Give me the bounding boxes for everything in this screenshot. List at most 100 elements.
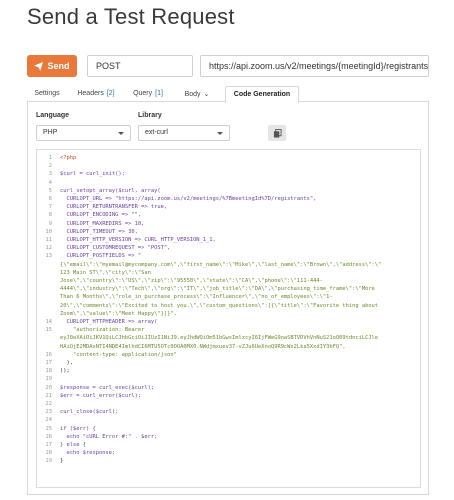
line-number: 26	[45, 433, 53, 440]
code-text: HAiOjE2MDAxNTI4NDE4ImlhdCI6MTU5OTc0OOA0M…	[60, 343, 346, 350]
code-line: 12 CURLOPT_CUSTOMREQUEST => "POST",	[37, 244, 171, 252]
code-line: 23 curl_close($curl);	[37, 408, 119, 416]
code-line: 2	[37, 162, 60, 170]
code-text: eyJ0eXAiOiJKV1QiLCJhbGciOiJIUzI1NiJ9.eyJ…	[60, 335, 379, 342]
code-text: $err = curl_error($curl);	[60, 392, 142, 399]
copy-button[interactable]	[268, 125, 286, 141]
code-text: CURLOPT_ENCODING => "",	[60, 212, 142, 219]
code-text: $curl = curl_init();	[60, 171, 125, 178]
line-number: 22	[45, 401, 53, 407]
code-text: CURLOPT_HTTP_VERSION => CURL_HTTP_VERSIO…	[60, 237, 216, 243]
code-line: 26 echo "cURL Error #:" . $err;	[37, 433, 158, 441]
url-input[interactable]: https://api.zoom.us/v2/meetings/{meeting…	[200, 55, 429, 77]
line-number: 28	[45, 450, 53, 457]
line-number: 9	[48, 220, 52, 227]
code-line: 20\",\"comments\":\"Excited to host you.…	[37, 302, 378, 310]
language-select[interactable]: PHP	[36, 125, 131, 141]
code-line: 24	[37, 416, 60, 424]
line-number: 20	[45, 384, 53, 391]
code-text: ));	[60, 368, 70, 375]
request-tabs: Settings Headers [2] Query [1] Body ⌄ Code …	[27, 86, 429, 103]
tab-headers[interactable]: Headers [2]	[71, 86, 121, 102]
line-number: 3	[48, 171, 52, 178]
tab-count-badge: [1]	[155, 90, 163, 97]
line-number: 10	[45, 228, 53, 235]
code-text: 4444\",\"industry\":\"Tech\",\"org\":\"I…	[60, 286, 375, 293]
code-text: echo $response;	[60, 450, 116, 457]
line-number: 1	[48, 155, 52, 161]
send-button-label: Send	[47, 61, 70, 71]
code-line: 11 CURLOPT_HTTP_VERSION => CURL_HTTP_VER…	[37, 236, 216, 244]
code-text: CURLOPT_TIMEOUT => 30,	[60, 228, 138, 235]
line-number: 18	[45, 368, 53, 375]
code-line: 10 CURLOPT_TIMEOUT => 30,	[37, 228, 138, 236]
tab-code-generation[interactable]: Code Generation	[225, 86, 299, 103]
code-text: curl_close($curl);	[60, 409, 119, 416]
code-text: CURLOPT_MAXREDIRS => 10,	[60, 220, 145, 227]
code-text: Jose\",\"country\":\"US\",\"zip\":\"9555…	[60, 278, 323, 284]
language-label: Language	[36, 112, 70, 119]
code-text: Zoom\",\"value\":\"Meet Happy\"}]}",	[60, 310, 177, 317]
code-text: CURLOPT_URL => "https://api.zoom.us/v2/m…	[60, 196, 317, 202]
code-line: 6 CURLOPT_URL => "https://api.zoom.us/v2…	[37, 195, 317, 203]
code-line: 17 ),	[37, 359, 73, 367]
method-input[interactable]: POST	[87, 55, 193, 77]
code-text: echo "cURL Error #:" . $err;	[60, 433, 158, 440]
code-line: 4444\",\"industry\":\"Tech\",\"org\":\"I…	[37, 285, 375, 293]
code-line: 7 CURLOPT_RETURNTRANSFER => true,	[37, 203, 167, 211]
code-line: 3 $curl = curl_init();	[37, 170, 125, 178]
code-line: 4	[37, 179, 60, 187]
line-number: 21	[45, 392, 53, 399]
line-number: 23	[45, 409, 53, 416]
code-line: 21 $err = curl_error($curl);	[37, 392, 142, 400]
line-number: 2	[48, 163, 52, 170]
code-text: "authorization: Bearer	[60, 327, 145, 334]
code-text: curl_setopt_array($curl, array(	[60, 187, 161, 194]
code-text: "content-type: application/json"	[60, 351, 177, 358]
line-number: 19	[45, 376, 53, 383]
code-text: } else {	[60, 442, 86, 448]
line-number: 29	[45, 458, 53, 465]
code-line: 8 CURLOPT_ENCODING => "",	[37, 211, 141, 219]
library-select[interactable]: ext-curl	[138, 125, 230, 141]
code-line: 28 echo $response;	[37, 449, 116, 457]
code-line: 15 "authorization: Bearer	[37, 326, 145, 334]
code-text: 20\",\"comments\":\"Excited to host you.…	[60, 302, 379, 309]
paper-plane-icon	[34, 61, 44, 71]
code-line: Zoom\",\"value\":\"Meet Happy\"}]}",	[37, 310, 177, 318]
code-line: 20 $response = curl_exec($curl);	[37, 384, 155, 392]
code-line: 25 if ($err) {	[37, 425, 96, 433]
tab-body[interactable]: Body ⌄	[175, 86, 219, 102]
tab-query[interactable]: Query [1]	[127, 86, 169, 102]
code-line: 16 "content-type: application/json"	[37, 351, 177, 359]
code-text: CURLOPT_HTTPHEADER => array(	[60, 319, 158, 325]
code-text: if ($err) {	[60, 425, 96, 432]
code-line: Jose\",\"country\":\"US\",\"zip\":\"9555…	[37, 277, 323, 285]
send-button[interactable]: Send	[27, 55, 77, 77]
chevron-down-icon: ⌄	[203, 91, 210, 98]
code-block[interactable]: 1 <?php 2 3 $curl = curl_init(); 4 5 curl_setop…	[36, 149, 421, 488]
page-title: Send a Test Request	[27, 4, 235, 29]
line-number: 15	[45, 327, 53, 334]
chevron-down-icon	[217, 132, 223, 135]
line-number: 4	[48, 179, 52, 186]
tab-count-badge: [2]	[106, 90, 115, 97]
code-text: $response = curl_exec($curl);	[60, 384, 155, 391]
code-line: 5 curl_setopt_array($curl, array(	[37, 187, 161, 195]
tab-settings[interactable]: Settings	[27, 86, 67, 102]
code-line: 123 Main ST\",\"city\":\"San	[37, 269, 151, 277]
line-number: 24	[45, 417, 53, 424]
line-number: 13	[45, 253, 53, 260]
code-text: CURLOPT_CUSTOMREQUEST => "POST",	[60, 245, 171, 252]
line-number: 5	[48, 187, 52, 194]
line-number: 25	[45, 425, 53, 432]
code-text: }	[60, 458, 64, 465]
line-number: 16	[45, 351, 53, 358]
code-line: 22	[37, 400, 60, 408]
copy-icon	[273, 128, 282, 138]
code-text: CURLOPT_POSTFIELDS => "	[60, 253, 142, 260]
line-number: 8	[48, 212, 52, 219]
line-number: 12	[45, 245, 53, 252]
code-line: 9 CURLOPT_MAXREDIRS => 10,	[37, 220, 145, 228]
line-number: 6	[48, 196, 52, 202]
